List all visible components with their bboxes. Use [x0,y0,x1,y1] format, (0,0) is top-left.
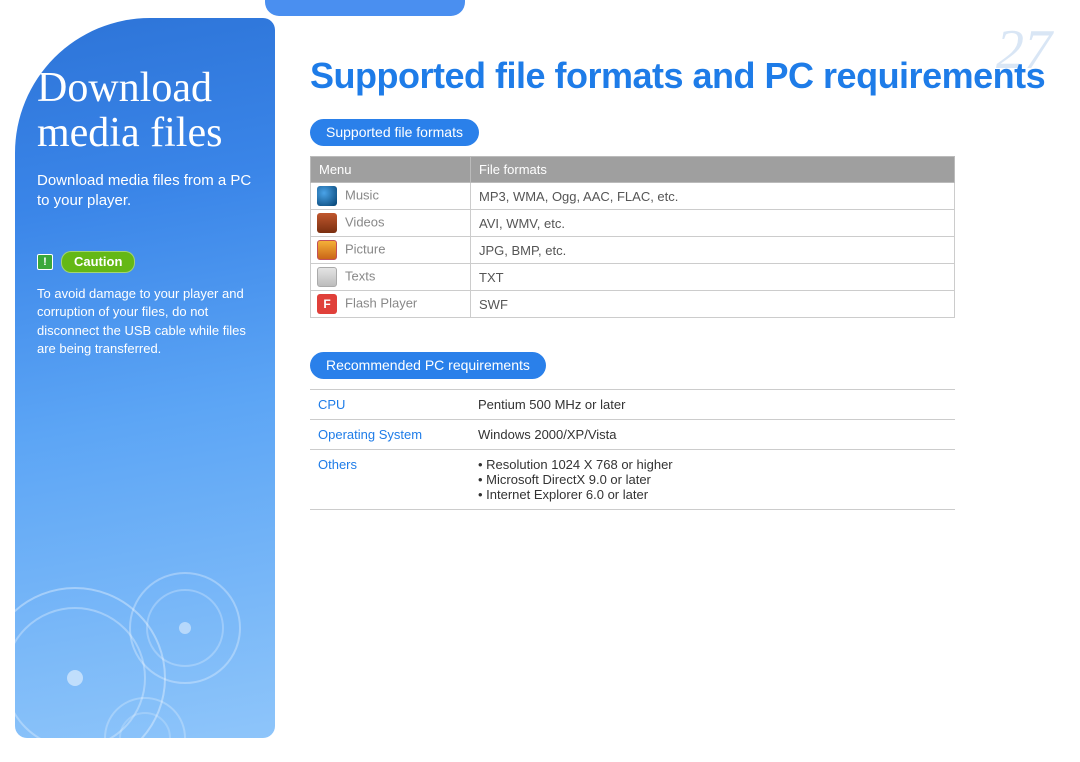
formats-cell: JPG, BMP, etc. [471,237,955,264]
table-row: OthersResolution 1024 X 768 or higherMic… [310,450,955,510]
list-item: Microsoft DirectX 9.0 or later [478,472,947,487]
sidebar-title-line2: media files [37,110,222,156]
requirement-value: Windows 2000/XP/Vista [470,420,955,450]
menu-label: Flash Player [345,295,417,310]
formats-table: Menu File formats Music MP3, WMA, Ogg, AA… [310,156,955,318]
menu-cell: Picture [311,237,471,264]
list-item: Resolution 1024 X 768 or higher [478,457,947,472]
formats-cell: MP3, WMA, Ogg, AAC, FLAC, etc. [471,183,955,210]
formats-cell: TXT [471,264,955,291]
sidebar: Download media files Download media file… [15,18,275,738]
table-row: F Flash Player SWF [311,291,955,318]
sidebar-title-line1: Download [37,65,212,111]
sidebar-title: Download media files [37,66,253,157]
menu-cell: F Flash Player [311,291,471,318]
section-badge-file-formats: Supported file formats [310,119,479,146]
caution-badge: Caution [61,251,135,273]
table-row: Operating SystemWindows 2000/XP/Vista [310,420,955,450]
requirement-value: Resolution 1024 X 768 or higherMicrosoft… [470,450,955,510]
main-content: Supported file formats and PC requiremen… [310,55,1050,510]
videos-icon [317,213,337,233]
formats-cell: SWF [471,291,955,318]
formats-cell: AVI, WMV, etc. [471,210,955,237]
menu-cell: Texts [311,264,471,291]
sidebar-subtitle: Download media files from a PC to your p… [37,171,253,212]
menu-label: Texts [345,268,375,283]
music-icon [317,186,337,206]
table-row: CPUPentium 500 MHz or later [310,390,955,420]
requirement-label: CPU [310,390,470,420]
picture-icon [317,240,337,260]
table-row: Music MP3, WMA, Ogg, AAC, FLAC, etc. [311,183,955,210]
menu-cell: Videos [311,210,471,237]
menu-label: Picture [345,241,385,256]
menu-label: Music [345,187,379,202]
menu-label: Videos [345,214,385,229]
requirement-label: Others [310,450,470,510]
top-tab-decoration [265,0,465,16]
requirements-table: CPUPentium 500 MHz or laterOperating Sys… [310,389,955,510]
flash-icon: F [317,294,337,314]
menu-cell: Music [311,183,471,210]
list-item: Internet Explorer 6.0 or later [478,487,947,502]
texts-icon [317,267,337,287]
formats-header-formats: File formats [471,157,955,183]
caution-text: To avoid damage to your player and corru… [37,285,253,358]
requirement-label: Operating System [310,420,470,450]
table-row: Picture JPG, BMP, etc. [311,237,955,264]
caution-row: ! Caution [37,251,253,273]
caution-icon: ! [37,254,53,270]
table-row: Videos AVI, WMV, etc. [311,210,955,237]
decorative-circles [15,478,275,738]
formats-header-menu: Menu [311,157,471,183]
requirement-value: Pentium 500 MHz or later [470,390,955,420]
table-row: Texts TXT [311,264,955,291]
main-title: Supported file formats and PC requiremen… [310,55,1050,97]
section-badge-pc-requirements: Recommended PC requirements [310,352,546,379]
